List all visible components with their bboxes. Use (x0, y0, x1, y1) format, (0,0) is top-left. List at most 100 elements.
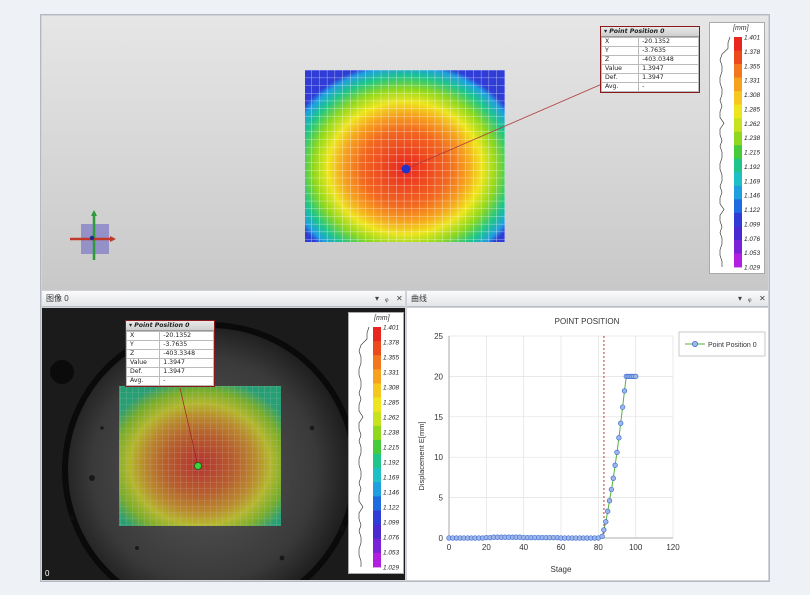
view-3d[interactable]: ▾ Point Position 0 X -20.1352 Y -3.7635 Z -40… (42, 16, 768, 290)
data-point[interactable] (599, 533, 605, 540)
colorbar-label: 1.378 (383, 340, 399, 347)
image-panel-title: 图像 0 (46, 294, 69, 303)
point-info-label: Def. (600, 73, 640, 83)
y-tick-label: 5 (439, 494, 444, 503)
colorbar-label: 1.146 (383, 490, 399, 497)
colorbar-label: 1.331 (383, 370, 399, 377)
data-point[interactable] (603, 519, 609, 525)
pin-icon[interactable]: ᵩ (748, 291, 752, 307)
data-point[interactable] (608, 486, 615, 493)
pin-icon[interactable]: ᵩ (385, 291, 389, 307)
point-info-label: Def. (125, 367, 161, 377)
x-tick-label: 0 (447, 543, 452, 552)
colorbar-swatch (373, 327, 381, 342)
point-info-label: Value (600, 64, 640, 74)
data-point[interactable] (605, 508, 611, 514)
point-info-row: Y -3.7635 (600, 46, 699, 56)
close-icon[interactable]: ✕ (759, 291, 766, 307)
point-info-label: Y (125, 340, 161, 350)
curve-panel-title: 曲线 (411, 294, 427, 303)
curve-panel[interactable]: POINT POSITION Stage Displacement E[mm] … (407, 308, 768, 580)
panel-menu-icon[interactable]: ▾ (375, 291, 379, 307)
chart-title: POINT POSITION (555, 317, 620, 326)
data-point[interactable] (616, 435, 622, 441)
probe-point-3d (401, 164, 411, 174)
point-info-row: X -20.1352 (125, 331, 214, 341)
colorbar-histogram (719, 36, 731, 267)
data-point[interactable] (619, 404, 626, 410)
colorbar-swatch (734, 50, 742, 65)
colorbar-swatch (373, 411, 381, 427)
legend-label: Point Position 0 (708, 342, 757, 349)
colorbar-swatch (373, 355, 381, 370)
colorbar-swatch (734, 239, 742, 254)
point-info-row: Avg. - (600, 82, 699, 92)
colorbar-swatch (373, 510, 381, 526)
point-info-row: Value 1.3947 (125, 358, 214, 368)
point-info-label: Z (600, 55, 640, 65)
point-info-value: - (159, 376, 214, 386)
colorbar-swatch (373, 524, 381, 540)
colorbar-label: 1.146 (744, 193, 760, 200)
data-point[interactable] (612, 462, 618, 468)
colorbar-swatch (734, 145, 742, 160)
colorbar-swatch (373, 425, 381, 441)
image-panel[interactable]: 0 ▾ Point Position 0 X -20.1352 Y -3.7635 Z -… (42, 308, 405, 580)
point-info-label: Y (600, 46, 640, 56)
point-info-row: Z -403.3348 (125, 349, 214, 359)
colorbar-swatch (734, 212, 742, 227)
point-info-row: Avg. - (125, 376, 214, 386)
displacement-chart[interactable]: POINT POSITION Stage Displacement E[mm] … (407, 308, 768, 580)
colorbar-swatch (734, 131, 742, 146)
colorbar-swatch (373, 397, 381, 413)
colorbar-label: 1.029 (383, 565, 399, 572)
x-tick-label: 20 (482, 543, 491, 552)
colorbar-swatch (373, 341, 381, 356)
data-point[interactable] (610, 475, 616, 481)
colorbar-histogram (358, 326, 370, 567)
point-info-title: ▾ Point Position 0 (601, 27, 699, 37)
panel-menu-icon[interactable]: ▾ (738, 291, 742, 307)
curve-panel-header[interactable]: 曲线 ▾ ᵩ ✕ (407, 291, 768, 307)
y-tick-label: 25 (434, 332, 443, 341)
point-info-label: Avg. (600, 82, 640, 92)
point-info-row: Def. 1.3947 (600, 73, 699, 83)
colorbar-label: 1.192 (383, 460, 399, 467)
x-axis-label: Stage (551, 565, 572, 574)
data-point[interactable] (621, 388, 628, 394)
point-info-row: Y -3.7635 (125, 340, 214, 350)
point-info-value: -20.1352 (638, 37, 699, 47)
colorbar-swatch (734, 172, 742, 187)
colorbar-label: 1.378 (744, 49, 760, 56)
data-point[interactable] (606, 498, 613, 504)
legend-marker (691, 341, 698, 348)
point-info-row: Z -403.0348 (600, 55, 699, 65)
data-point[interactable] (618, 420, 624, 426)
close-icon[interactable]: ✕ (396, 291, 403, 307)
data-point[interactable] (633, 373, 639, 380)
data-point[interactable] (614, 449, 620, 456)
colorbar-label: 1.238 (744, 135, 760, 142)
colorbar-swatch (734, 104, 742, 119)
frame-number: 0 (45, 569, 50, 578)
colorbar-swatch (734, 199, 742, 214)
image-panel-header[interactable]: 图像 0 ▾ ᵩ ✕ (42, 291, 405, 307)
colorbar-label: 1.308 (383, 385, 399, 392)
probe-point-image (194, 462, 202, 470)
colorbar-3d: [mm] 1.401 1.378 1.355 1.331 1.308 1.285 1.262… (709, 22, 765, 274)
y-tick-label: 20 (434, 372, 443, 381)
colorbar-swatch (734, 37, 742, 51)
colorbar-label: 1.355 (383, 355, 399, 362)
colorbar-swatch (734, 91, 742, 106)
colorbar-label: 1.099 (744, 221, 760, 228)
colorbar-swatch (734, 185, 742, 200)
point-info-table-image[interactable]: ▾ Point Position 0 X -20.1352 Y -3.7635 Z -40… (125, 320, 215, 387)
colorbar-label: 1.169 (383, 475, 399, 482)
point-info-table-3d[interactable]: ▾ Point Position 0 X -20.1352 Y -3.7635 Z -40… (600, 26, 700, 93)
point-info-value: -403.0348 (638, 55, 699, 65)
colorbar-swatch (734, 158, 742, 173)
y-tick-label: 0 (439, 534, 444, 543)
data-point[interactable] (601, 527, 607, 533)
colorbar-image: [mm] 1.401 1.378 1.355 1.331 1.308 1.285 1.262… (348, 312, 404, 574)
colorbar-label: 1.262 (744, 121, 760, 128)
